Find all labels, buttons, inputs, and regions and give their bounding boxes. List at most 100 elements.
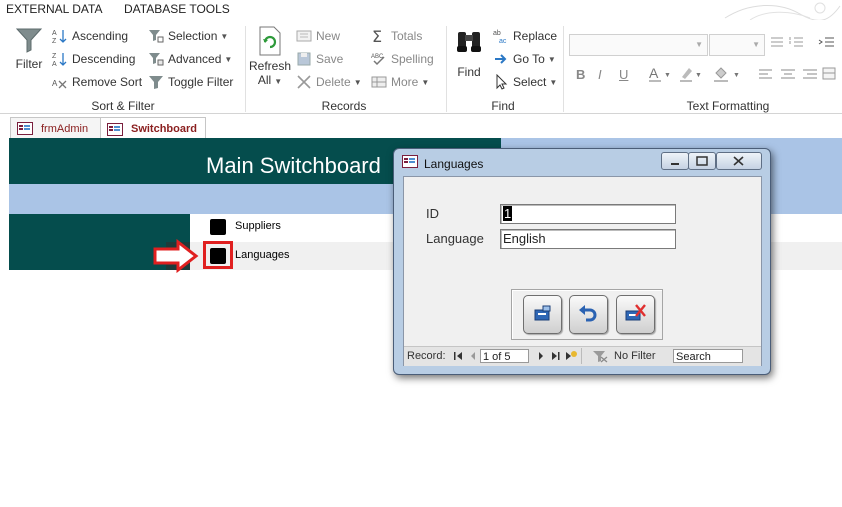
- advanced-label: Advanced: [168, 52, 222, 66]
- align-left-icon[interactable]: [758, 68, 774, 85]
- record-navigation-bar: Record: 1 of 5 No Filter Search: [404, 346, 761, 366]
- ascending-label: Ascending: [72, 29, 129, 43]
- dialog-title: Languages: [424, 157, 484, 171]
- close-icon: [733, 156, 744, 166]
- refresh-icon: [259, 26, 281, 56]
- font-size-combo[interactable]: ▼: [709, 34, 765, 56]
- toggle-filter-label: Toggle Filter: [168, 75, 234, 89]
- languages-button[interactable]: [210, 248, 226, 264]
- bold-button[interactable]: B: [576, 67, 585, 82]
- totals-label: Totals: [391, 29, 423, 43]
- numbering-icon[interactable]: [789, 35, 805, 54]
- tab-switchboard[interactable]: Switchboard: [100, 117, 206, 140]
- filter-status-icon: [592, 349, 610, 366]
- delete-icon: [296, 74, 312, 90]
- add-record-button[interactable]: [523, 295, 562, 334]
- refresh-all-label: All: [257, 73, 272, 87]
- last-record-button[interactable]: [550, 349, 562, 366]
- group-separator: [245, 26, 246, 112]
- more-label: More: [391, 75, 419, 89]
- filter-button[interactable]: Filter: [10, 26, 48, 71]
- svg-text:A: A: [52, 30, 57, 37]
- save-icon: [296, 51, 312, 67]
- toggle-filter-button[interactable]: Toggle Filter: [148, 72, 233, 92]
- document-tab-bar: frmAdmin Switchboard: [0, 115, 842, 140]
- go-to-button[interactable]: Go To ▼: [493, 49, 556, 69]
- descending-button[interactable]: ZA Descending: [52, 49, 135, 69]
- remove-sort-label: Remove Sort: [72, 75, 143, 89]
- language-field[interactable]: English: [500, 229, 676, 249]
- save-label: Save: [316, 52, 344, 66]
- delete-button[interactable]: Delete ▼: [296, 72, 362, 92]
- minimize-button[interactable]: [661, 152, 689, 170]
- record-label: Record:: [407, 350, 446, 362]
- more-icon: [371, 74, 387, 90]
- previous-record-button[interactable]: [468, 349, 478, 366]
- ascending-button[interactable]: AZ Ascending: [52, 26, 128, 46]
- totals-button[interactable]: Σ Totals: [371, 26, 422, 46]
- fill-color-icon[interactable]: ▼: [713, 65, 743, 86]
- highlight-icon[interactable]: ▼: [679, 65, 705, 86]
- first-record-button[interactable]: [452, 349, 464, 366]
- replace-button[interactable]: ab ac Replace: [493, 26, 557, 46]
- svg-text:A: A: [52, 79, 58, 88]
- more-button[interactable]: More ▼: [371, 72, 429, 92]
- advanced-button[interactable]: Advanced ▼: [148, 49, 232, 69]
- svg-text:▼: ▼: [664, 72, 671, 79]
- select-button[interactable]: Select ▼: [493, 72, 557, 92]
- close-button[interactable]: [716, 152, 762, 170]
- remove-sort-icon: A: [52, 74, 68, 90]
- undo-button[interactable]: [569, 295, 608, 334]
- group-separator: [563, 26, 564, 112]
- go-to-label: Go To: [513, 52, 545, 66]
- refresh-label: Refresh: [249, 59, 292, 73]
- filter-label: Filter: [15, 57, 43, 71]
- svg-text:▼: ▼: [733, 72, 740, 79]
- records-group-label: Records: [321, 99, 367, 113]
- languages-label[interactable]: Languages: [235, 249, 289, 261]
- text-formatting-group-label: Text Formatting: [686, 99, 770, 113]
- id-label: ID: [426, 206, 439, 221]
- next-record-button[interactable]: [536, 349, 546, 366]
- id-value: 1: [503, 206, 513, 221]
- select-label: Select: [513, 75, 547, 89]
- refresh-all-button[interactable]: Refresh All ▼: [249, 26, 291, 89]
- svg-text:ab: ab: [493, 30, 501, 37]
- record-position-field[interactable]: 1 of 5: [480, 349, 529, 363]
- search-input[interactable]: Search: [673, 349, 743, 363]
- underline-button[interactable]: U: [619, 67, 628, 82]
- find-label: Find: [457, 65, 481, 79]
- undo-icon: [579, 305, 597, 322]
- font-name-combo[interactable]: ▼: [569, 34, 708, 56]
- replace-icon: ab ac: [493, 28, 509, 45]
- bullets-icon[interactable]: [769, 35, 785, 54]
- new-record-button[interactable]: New: [296, 26, 340, 46]
- add-record-icon: [534, 305, 551, 321]
- menu-database-tools[interactable]: DATABASE TOOLS: [124, 2, 230, 16]
- more-formatting-icon[interactable]: [822, 66, 842, 85]
- descending-label: Descending: [72, 52, 136, 66]
- svg-text:Z: Z: [52, 38, 57, 44]
- font-color-icon[interactable]: A ▼: [648, 65, 674, 86]
- suppliers-label[interactable]: Suppliers: [235, 220, 281, 232]
- tab-frmadmin[interactable]: frmAdmin: [10, 117, 108, 139]
- ribbon: Filter AZ Ascending ZA Descending A Remo…: [0, 20, 842, 114]
- menu-external-data[interactable]: EXTERNAL DATA: [6, 2, 102, 16]
- save-button[interactable]: Save: [296, 49, 343, 69]
- suppliers-button[interactable]: [210, 219, 226, 235]
- delete-record-icon: [625, 304, 646, 321]
- find-button[interactable]: Find: [452, 28, 486, 79]
- align-center-icon[interactable]: [780, 68, 796, 85]
- italic-button[interactable]: I: [598, 67, 602, 82]
- spelling-button[interactable]: ABC Spelling: [371, 49, 434, 69]
- delete-record-button[interactable]: [616, 295, 655, 334]
- new-record-nav-button[interactable]: [564, 349, 578, 366]
- selection-button[interactable]: Selection ▼: [148, 26, 228, 46]
- align-right-icon[interactable]: [802, 68, 818, 85]
- no-filter-button[interactable]: No Filter: [614, 350, 656, 362]
- binoculars-icon: [457, 32, 481, 52]
- indent-icon[interactable]: [818, 35, 842, 54]
- remove-sort-button[interactable]: A Remove Sort: [52, 72, 142, 92]
- id-field[interactable]: 1: [500, 204, 676, 224]
- maximize-button[interactable]: [688, 152, 716, 170]
